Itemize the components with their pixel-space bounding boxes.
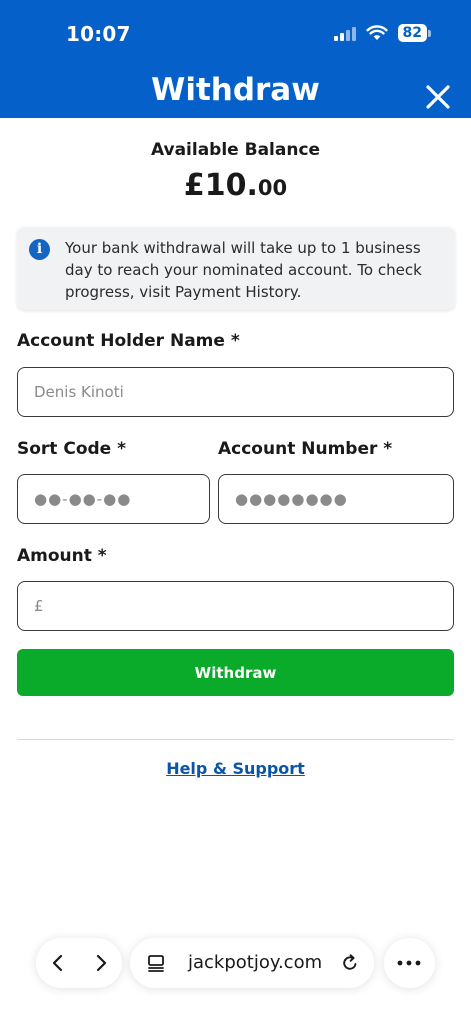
page-menu-icon[interactable] [146,953,166,973]
amount-input[interactable] [17,581,454,631]
account-holder-label: Account Holder Name * [17,331,240,351]
battery-level: 82 [397,24,427,42]
cellular-signal-icon [333,25,356,41]
wifi-icon [365,25,388,40]
battery-icon: 82 [397,24,431,42]
page-title: Withdraw [151,72,320,108]
withdraw-button[interactable]: Withdraw [17,649,454,696]
account-number-input[interactable] [218,474,454,524]
back-icon[interactable] [48,953,68,973]
balance-amount: £10.00 [0,168,471,203]
sort-code-input[interactable] [17,474,210,524]
account-holder-input[interactable] [17,367,454,417]
balance-amount-cents: 00 [257,176,288,200]
app-header: 10:07 82 Withdraw [0,0,471,118]
nav-controls [36,938,122,988]
divider [17,739,454,740]
account-number-label: Account Number * [218,439,393,459]
more-button[interactable] [384,938,435,988]
more-icon[interactable] [397,960,421,966]
balance-label: Available Balance [150,140,321,160]
info-text: Your bank withdrawal will take up to 1 b… [65,239,422,301]
close-icon[interactable] [423,82,453,112]
url-text: jackpotjoy.com [188,952,323,973]
browser-toolbar: jackpotjoy.com [0,930,471,1024]
help-support-link[interactable]: Help & Support [0,759,471,778]
info-icon: i [29,239,50,260]
address-bar[interactable]: jackpotjoy.com [130,938,374,988]
status-time: 10:07 [66,22,131,46]
balance-amount-main: £10. [183,168,258,203]
amount-label: Amount * [17,546,107,566]
forward-icon[interactable] [91,953,111,973]
info-notice: i Your bank withdrawal will take up to 1… [17,227,455,310]
sort-code-label: Sort Code * [17,439,127,459]
reload-icon[interactable] [340,953,360,973]
status-icons: 82 [333,24,431,42]
